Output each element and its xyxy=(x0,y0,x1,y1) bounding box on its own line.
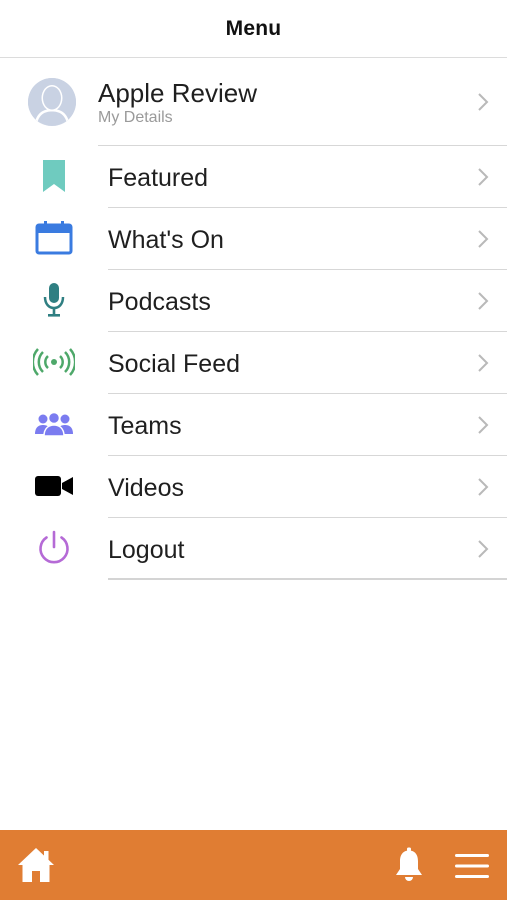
user-avatar-icon xyxy=(28,78,76,126)
menu-item-logout[interactable]: Logout xyxy=(0,518,507,580)
menu-item-social-feed[interactable]: Social Feed xyxy=(0,332,507,394)
home-icon[interactable] xyxy=(16,846,56,884)
menu-item-label: Logout xyxy=(108,536,185,564)
menu-item-videos[interactable]: Videos xyxy=(0,456,507,518)
menu-item-podcasts[interactable]: Podcasts xyxy=(0,270,507,332)
app-screen: Menu Apple Review My Details Featured Wh… xyxy=(0,0,507,900)
broadcast-icon xyxy=(28,344,80,380)
menu-item-label: Videos xyxy=(108,474,184,502)
profile-name: Apple Review xyxy=(98,78,257,108)
chevron-right-icon xyxy=(478,354,489,372)
menu-item-whats-on[interactable]: What's On xyxy=(0,208,507,270)
power-icon xyxy=(28,530,80,566)
menu-item-label: What's On xyxy=(108,226,224,254)
bell-icon[interactable] xyxy=(394,847,424,883)
menu-item-label: Social Feed xyxy=(108,350,241,378)
chevron-right-icon xyxy=(478,93,489,111)
top-header: Menu xyxy=(0,0,507,58)
profile-text: Apple Review My Details xyxy=(98,78,257,128)
microphone-icon xyxy=(28,282,80,318)
team-icon xyxy=(28,406,80,442)
menu-item-label: Podcasts xyxy=(108,288,211,316)
calendar-icon xyxy=(28,220,80,256)
video-camera-icon xyxy=(28,468,80,504)
chevron-right-icon xyxy=(478,168,489,186)
bottom-navigation-bar xyxy=(0,830,507,900)
hamburger-menu-icon[interactable] xyxy=(455,853,489,879)
profile-subtitle: My Details xyxy=(98,109,173,126)
bookmark-icon xyxy=(28,158,80,194)
side-menu: Apple Review My Details Featured What's … xyxy=(0,58,507,580)
menu-item-featured[interactable]: Featured xyxy=(0,146,507,208)
menu-item-label: Teams xyxy=(108,412,182,440)
chevron-right-icon xyxy=(478,230,489,248)
page-title: Menu xyxy=(225,16,282,40)
chevron-right-icon xyxy=(478,416,489,434)
chevron-right-icon xyxy=(478,478,489,496)
chevron-right-icon xyxy=(478,540,489,558)
menu-item-label: Featured xyxy=(108,164,209,192)
menu-item-teams[interactable]: Teams xyxy=(0,394,507,456)
profile-row[interactable]: Apple Review My Details xyxy=(0,58,507,146)
chevron-right-icon xyxy=(478,292,489,310)
